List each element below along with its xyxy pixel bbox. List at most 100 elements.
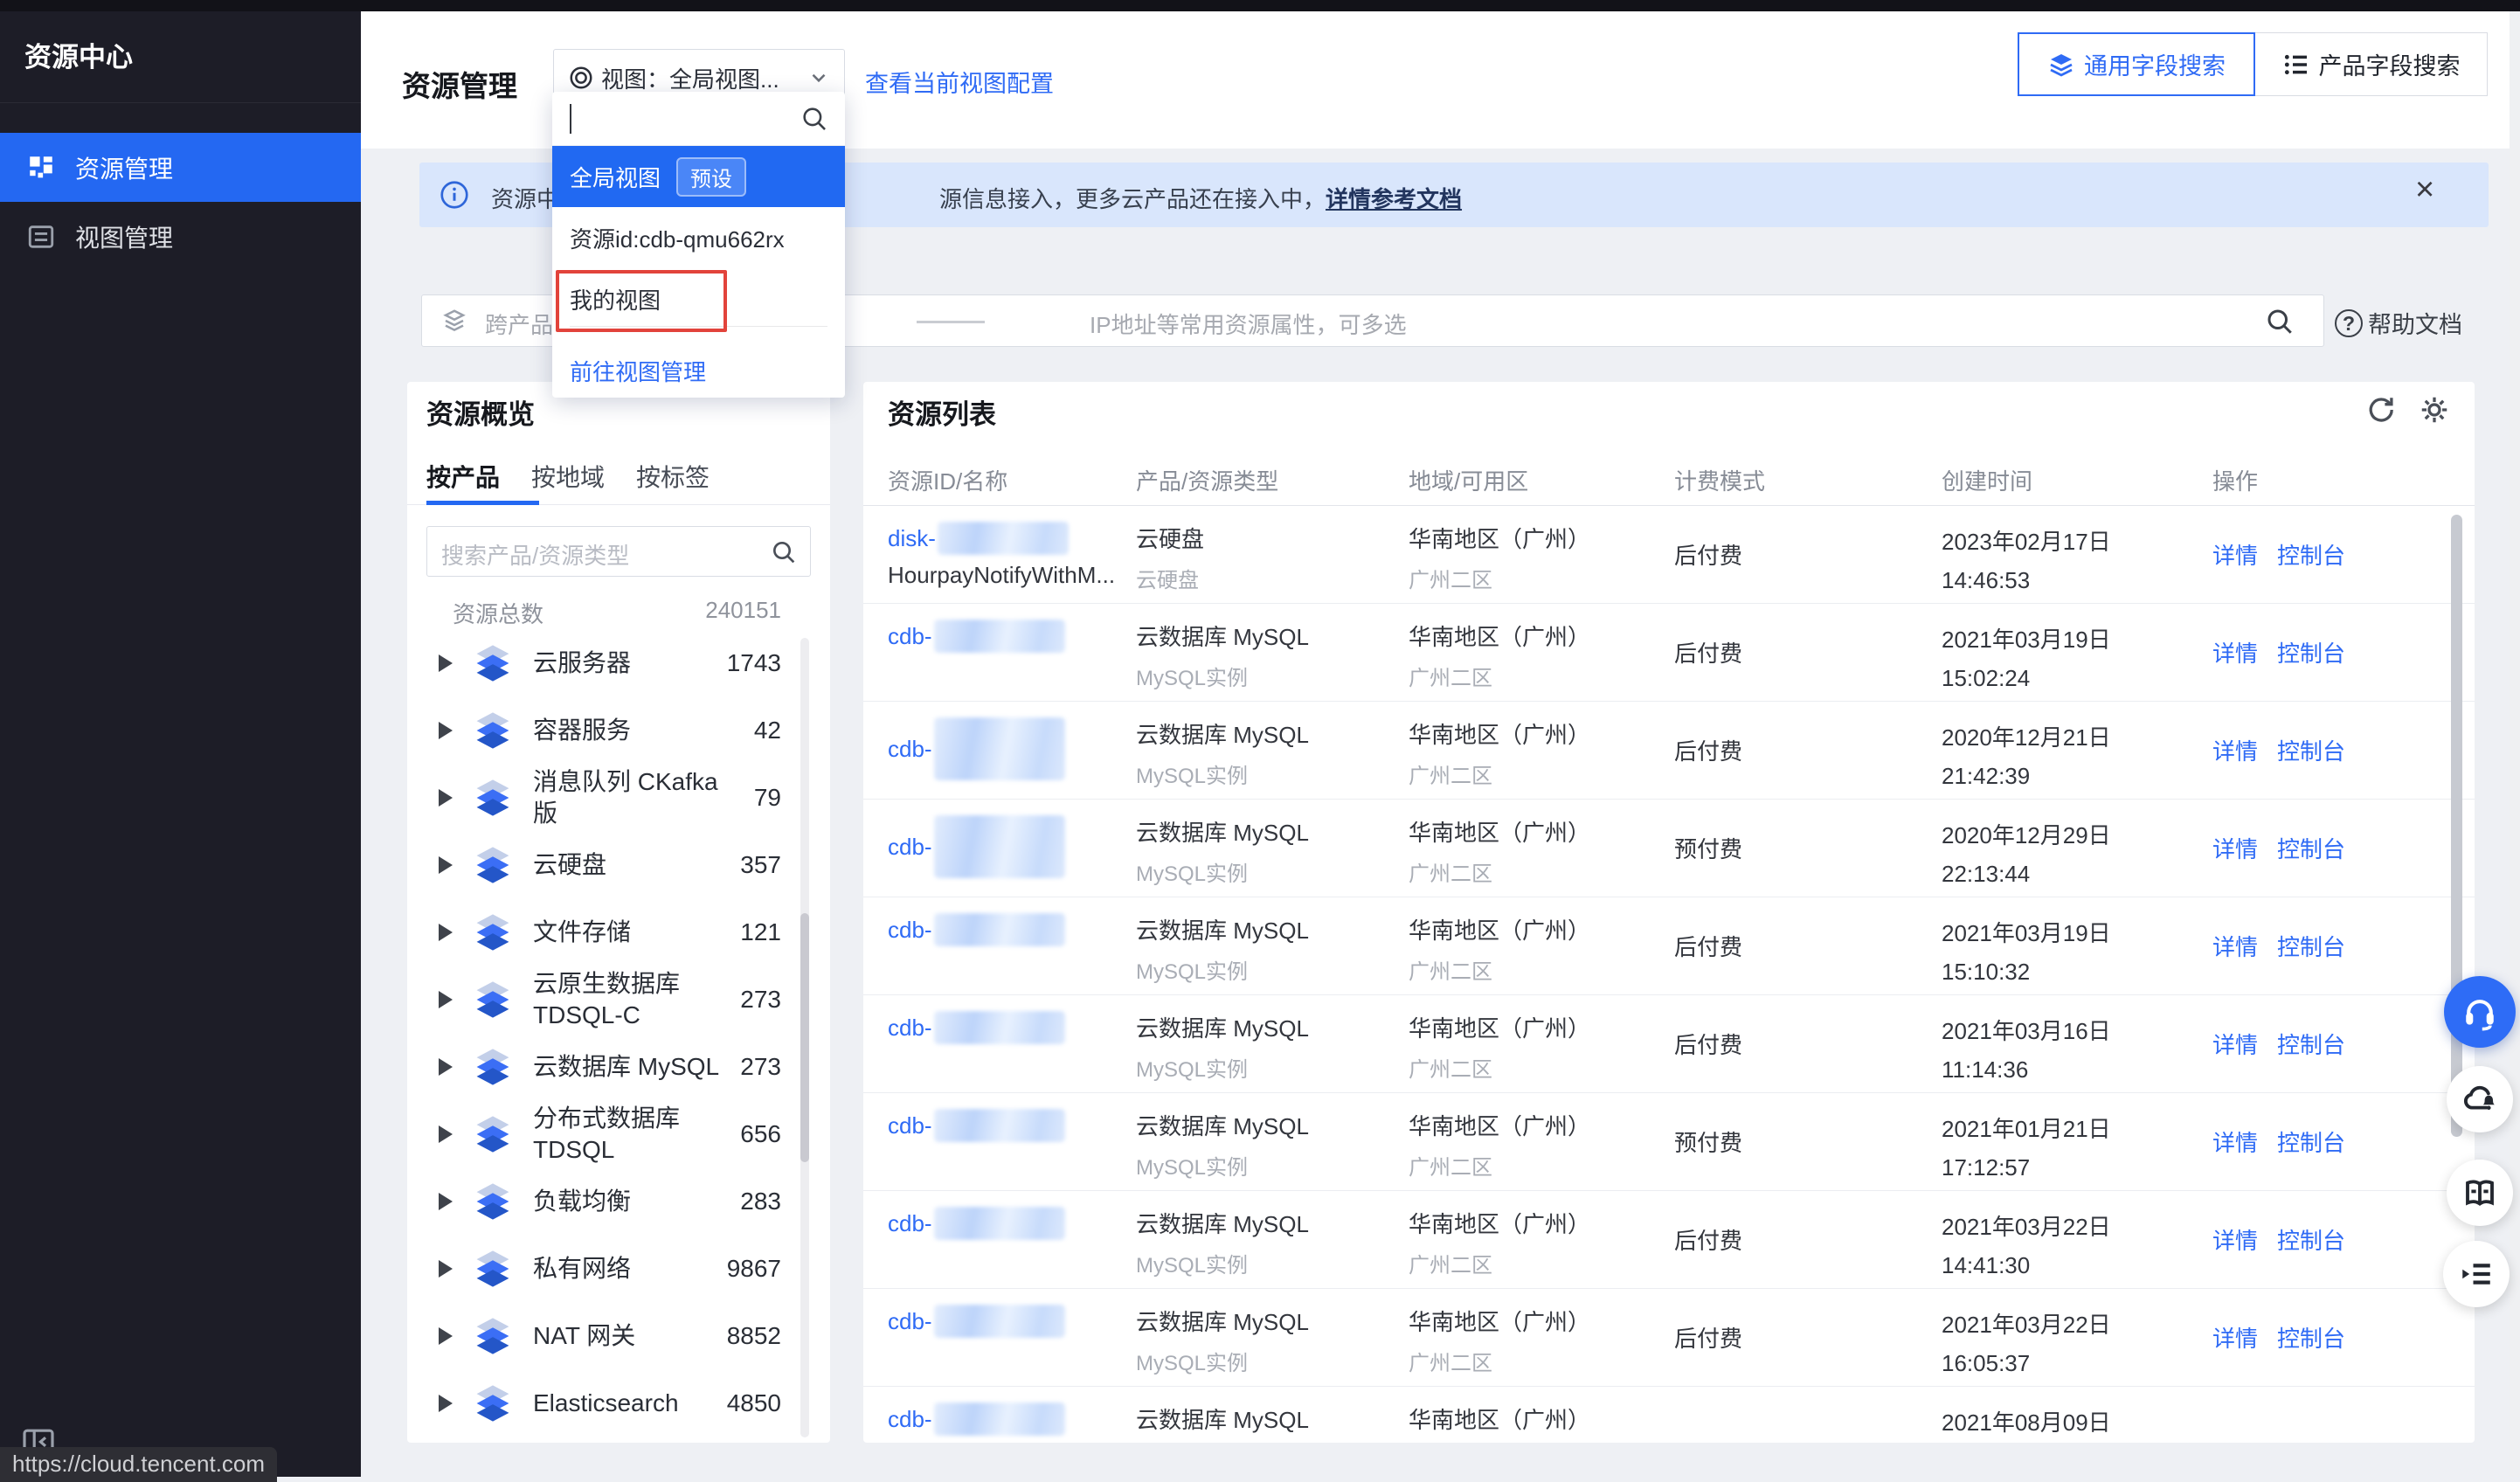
console-link[interactable]: 控制台 bbox=[2277, 1223, 2345, 1256]
console-link[interactable]: 控制台 bbox=[2277, 636, 2345, 668]
view-option-label: 资源id:cdb-qmu662rx bbox=[570, 222, 785, 254]
resource-id-link[interactable]: cdb- bbox=[888, 1308, 932, 1335]
region-name: 华南地区（广州） bbox=[1409, 1402, 1674, 1435]
expand-triangle-icon[interactable] bbox=[439, 789, 453, 807]
product-row[interactable]: 私有网络 9867 bbox=[407, 1235, 830, 1302]
headset-icon[interactable] bbox=[2444, 976, 2516, 1048]
view-config-link[interactable]: 查看当前视图配置 bbox=[865, 65, 1054, 99]
product-row[interactable]: NAT 网关 8852 bbox=[407, 1302, 830, 1369]
cloud-bell-icon[interactable] bbox=[2447, 1066, 2513, 1132]
resource-id-cell: cdb- bbox=[888, 1387, 1136, 1443]
product-row[interactable]: 容器服务 42 bbox=[407, 696, 830, 764]
resource-id-link[interactable]: cdb- bbox=[888, 1015, 932, 1042]
product-search-input[interactable]: 搜索产品/资源类型 bbox=[426, 526, 811, 577]
resource-id-link[interactable]: cdb- bbox=[888, 736, 932, 763]
console-link[interactable]: 控制台 bbox=[2277, 734, 2345, 766]
detail-link[interactable]: 详情 bbox=[2212, 1321, 2258, 1354]
resource-id-link[interactable]: cdb- bbox=[888, 1406, 932, 1433]
console-link[interactable]: 控制台 bbox=[2277, 538, 2345, 571]
console-link[interactable]: 控制台 bbox=[2277, 1028, 2345, 1060]
expand-triangle-icon[interactable] bbox=[439, 1125, 453, 1143]
product-row[interactable]: 负载均衡 283 bbox=[407, 1167, 830, 1235]
operations-cell: 详情 控制台 bbox=[2212, 800, 2475, 897]
generic-field-search-button[interactable]: 通用字段搜索 bbox=[2018, 32, 2255, 96]
gear-icon[interactable] bbox=[2419, 394, 2450, 426]
overview-scrollbar-thumb[interactable] bbox=[800, 913, 809, 1162]
page-scrollbar[interactable] bbox=[2510, 11, 2520, 1477]
banner-doc-link[interactable]: 详情参考文档 bbox=[1326, 186, 1462, 212]
product-count: 283 bbox=[740, 1188, 781, 1215]
search-icon[interactable] bbox=[2264, 306, 2295, 342]
resource-table: disk- HourpayNotifyWithM... 云硬盘 云硬盘 华南地区… bbox=[863, 506, 2475, 1443]
create-time: 15:02:24 bbox=[1942, 658, 2212, 696]
detail-link[interactable]: 详情 bbox=[2212, 1125, 2258, 1158]
product-field-search-button[interactable]: 产品字段搜索 bbox=[2255, 32, 2488, 96]
table-scrollbar-thumb[interactable] bbox=[2451, 515, 2462, 1137]
product-row[interactable]: 分布式数据库 TDSQL 656 bbox=[407, 1100, 830, 1167]
detail-link[interactable]: 详情 bbox=[2212, 734, 2258, 766]
region-name: 华南地区（广州） bbox=[1409, 1207, 1674, 1239]
expand-triangle-icon[interactable] bbox=[439, 924, 453, 941]
detail-link[interactable]: 详情 bbox=[2212, 930, 2258, 962]
sidebar-item-view-management[interactable]: 视图管理 bbox=[0, 202, 361, 271]
product-row[interactable]: 云原生数据库 TDSQL-C 273 bbox=[407, 966, 830, 1033]
billing-cell: 后付费 bbox=[1674, 702, 1942, 799]
expand-triangle-icon[interactable] bbox=[439, 1260, 453, 1278]
console-link[interactable]: 控制台 bbox=[2277, 1125, 2345, 1158]
detail-link[interactable]: 详情 bbox=[2212, 1223, 2258, 1256]
product-row[interactable]: 云数据库 MySQL 273 bbox=[407, 1033, 830, 1100]
expand-triangle-icon[interactable] bbox=[439, 991, 453, 1008]
operations-cell bbox=[2212, 1387, 2475, 1443]
refresh-icon[interactable] bbox=[2364, 394, 2396, 426]
product-count: 273 bbox=[740, 1053, 781, 1081]
goto-view-management-link[interactable]: 前往视图管理 bbox=[570, 343, 706, 398]
help-doc-link[interactable]: ? 帮助文档 bbox=[2335, 306, 2462, 340]
view-search-input[interactable] bbox=[552, 92, 845, 146]
product-row[interactable]: 云服务器 1743 bbox=[407, 629, 830, 696]
view-option-resource-id[interactable]: 资源id:cdb-qmu662rx bbox=[552, 207, 845, 268]
view-option-global[interactable]: 全局视图 预设 bbox=[552, 146, 845, 207]
resource-id-link[interactable]: cdb- bbox=[888, 623, 932, 650]
console-link[interactable]: 控制台 bbox=[2277, 1321, 2345, 1354]
expand-triangle-icon[interactable] bbox=[439, 654, 453, 672]
product-row[interactable]: 消息队列 CKafka 版 79 bbox=[407, 764, 830, 831]
resource-id-link[interactable]: cdb- bbox=[888, 917, 932, 944]
detail-link[interactable]: 详情 bbox=[2212, 636, 2258, 668]
create-date: 2020年12月21日 bbox=[1942, 717, 2212, 756]
detail-link[interactable]: 详情 bbox=[2212, 1028, 2258, 1060]
expand-triangle-icon[interactable] bbox=[439, 722, 453, 739]
region-name: 华南地区（广州） bbox=[1409, 913, 1674, 945]
sidebar: 资源中心 资源管理 视图管理 bbox=[0, 11, 361, 1477]
expand-triangle-icon[interactable] bbox=[439, 1327, 453, 1345]
detail-link[interactable]: 详情 bbox=[2212, 538, 2258, 571]
redacted-id-blur bbox=[934, 815, 1065, 878]
resource-id-cell: cdb- bbox=[888, 1289, 1136, 1386]
product-row[interactable]: 云硬盘 357 bbox=[407, 831, 830, 898]
product-row[interactable]: Elasticsearch 4850 bbox=[407, 1369, 830, 1437]
view-option-my-view[interactable]: 我的视图 bbox=[552, 268, 845, 329]
product-count: 121 bbox=[740, 918, 781, 946]
expand-triangle-icon[interactable] bbox=[439, 1193, 453, 1210]
resource-id-link[interactable]: disk- bbox=[888, 525, 936, 552]
generic-field-search-label: 通用字段搜索 bbox=[2084, 47, 2226, 81]
product-name: 云数据库 MySQL bbox=[1136, 1109, 1409, 1141]
expand-triangle-icon[interactable] bbox=[439, 1395, 453, 1412]
doc-book-icon[interactable] bbox=[2447, 1160, 2513, 1226]
clb-icon bbox=[470, 1179, 516, 1224]
console-link[interactable]: 控制台 bbox=[2277, 832, 2345, 864]
resource-id-link[interactable]: cdb- bbox=[888, 1112, 932, 1139]
ckafka-icon bbox=[470, 775, 516, 821]
console-link[interactable]: 控制台 bbox=[2277, 930, 2345, 962]
survey-list-icon[interactable] bbox=[2443, 1241, 2510, 1307]
resource-id-link[interactable]: cdb- bbox=[888, 1210, 932, 1237]
expand-triangle-icon[interactable] bbox=[439, 856, 453, 874]
expand-triangle-icon[interactable] bbox=[439, 1058, 453, 1076]
close-icon[interactable]: × bbox=[2415, 173, 2434, 206]
create-time-cell: 2021年03月19日 15:10:32 bbox=[1942, 897, 2212, 994]
create-time: 22:13:44 bbox=[1942, 854, 2212, 892]
resource-id-link[interactable]: cdb- bbox=[888, 834, 932, 861]
detail-link[interactable]: 详情 bbox=[2212, 832, 2258, 864]
product-row[interactable]: 文件存储 121 bbox=[407, 898, 830, 966]
table-row: cdb- 云数据库 MySQL 华南地区（广州） 2021年08月09日 bbox=[863, 1387, 2475, 1443]
sidebar-item-resource-management[interactable]: 资源管理 bbox=[0, 133, 361, 202]
